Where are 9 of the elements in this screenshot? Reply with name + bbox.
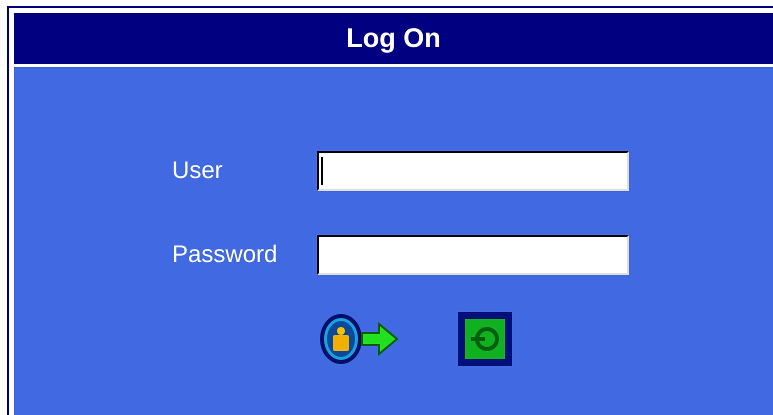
input-field[interactable] bbox=[317, 151, 629, 191]
exit-button[interactable] bbox=[457, 311, 513, 367]
user-arrow-icon bbox=[317, 311, 401, 367]
login-button[interactable] bbox=[317, 311, 401, 367]
field-label: Password bbox=[172, 240, 278, 270]
input-field[interactable] bbox=[317, 235, 629, 275]
window-title: Log On bbox=[346, 22, 441, 56]
field-label: User bbox=[172, 156, 224, 186]
power-icon bbox=[457, 311, 513, 367]
